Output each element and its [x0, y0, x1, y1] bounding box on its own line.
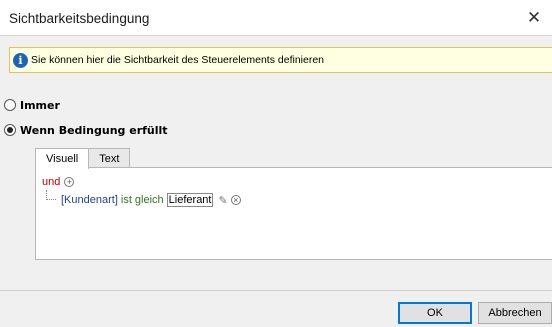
dialog-title: Sichtbarkeitsbedingung [9, 11, 150, 26]
pencil-icon[interactable]: ✎ [218, 194, 227, 207]
logical-operator[interactable]: und [42, 176, 60, 188]
condition-tab-strip: Visuell Text [35, 148, 131, 169]
rule-field[interactable]: [Kundenart] [61, 194, 118, 206]
info-banner: i Sie können hier die Sichtbarkeit des S… [9, 47, 552, 73]
condition-editor-panel: und + [Kundenart] ist gleich Lieferant ✎… [35, 167, 552, 260]
radio-label-bedingung[interactable]: Wenn Bedingung erfüllt [20, 124, 168, 137]
radio-button-immer[interactable] [4, 99, 16, 111]
tab-text[interactable]: Text [89, 148, 131, 168]
info-text: Sie können hier die Sichtbarkeit des Ste… [31, 54, 325, 66]
add-condition-icon[interactable]: + [64, 177, 75, 187]
info-icon: i [13, 52, 28, 68]
dialog-titlebar: Sichtbarkeitsbedingung ✕ [0, 0, 552, 36]
radio-option-immer[interactable]: Immer [4, 97, 60, 113]
tree-connector [46, 190, 56, 200]
ok-button[interactable]: OK [398, 302, 472, 324]
radio-button-bedingung[interactable] [4, 124, 16, 136]
radio-label-immer[interactable]: Immer [20, 99, 60, 112]
tab-visuell[interactable]: Visuell [35, 148, 90, 169]
rule-value[interactable]: Lieferant [166, 193, 214, 207]
condition-group: und + [42, 176, 75, 188]
cancel-button[interactable]: Abbrechen [478, 302, 552, 324]
radio-option-bedingung[interactable]: Wenn Bedingung erfüllt [4, 122, 168, 138]
remove-condition-icon[interactable]: × [230, 195, 241, 205]
close-icon[interactable]: ✕ [520, 4, 548, 32]
condition-rule: [Kundenart] ist gleich Lieferant ✎ × [61, 193, 241, 207]
rule-comparison[interactable]: ist gleich [121, 194, 164, 206]
footer-divider [0, 290, 552, 291]
